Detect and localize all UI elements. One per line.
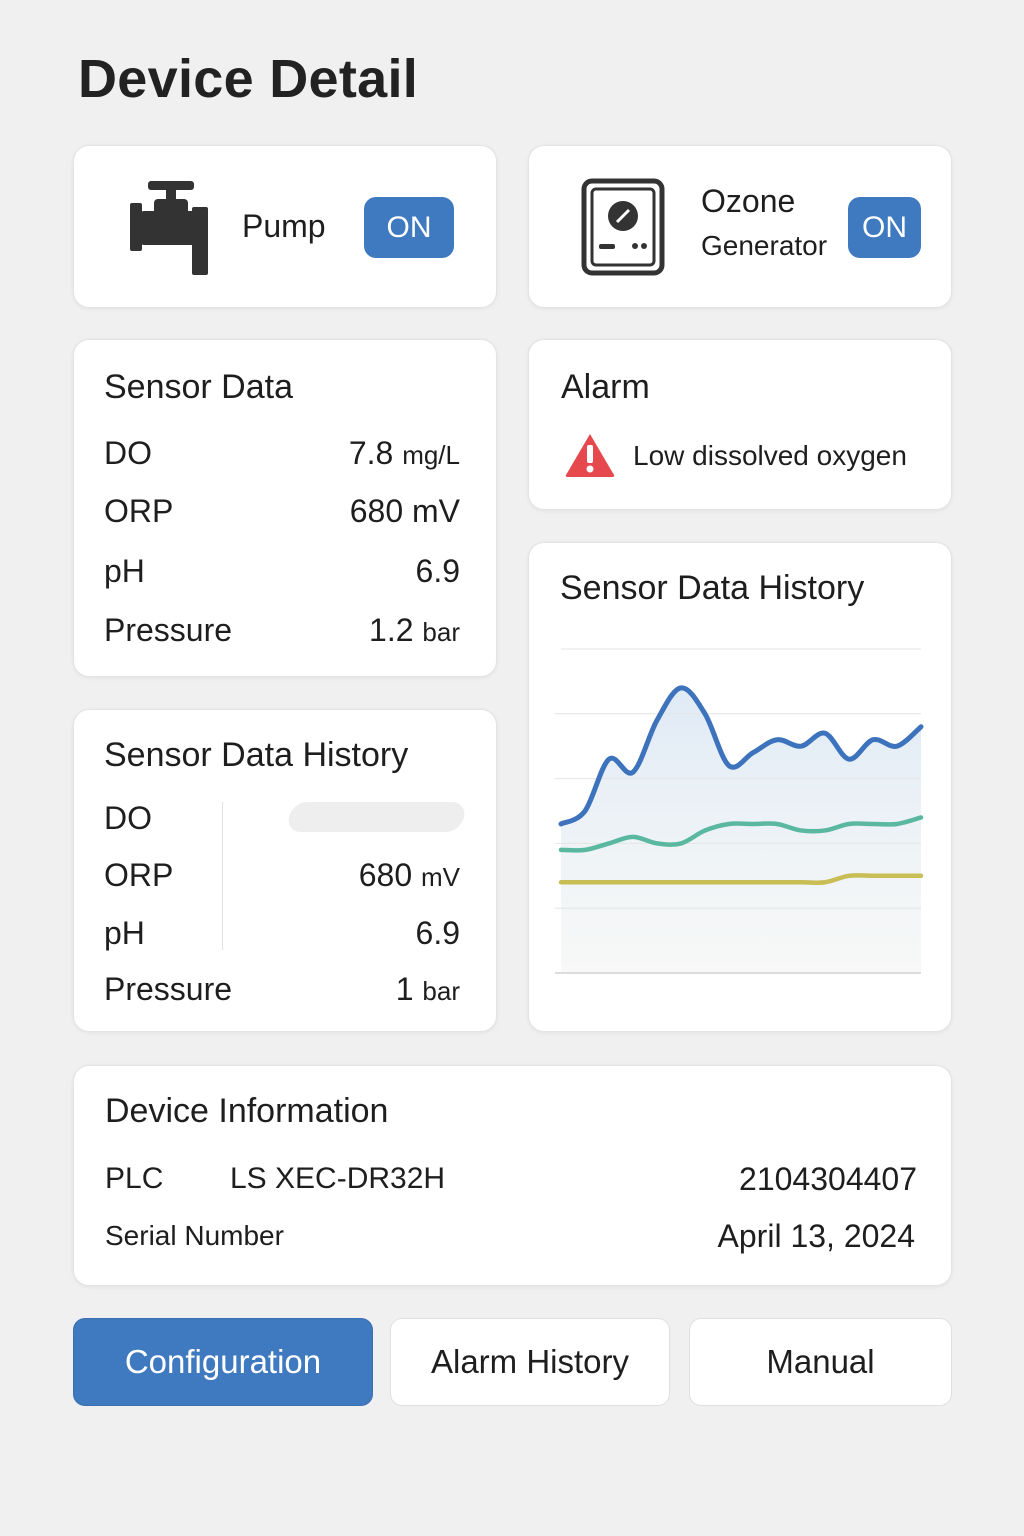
serial-number-label: Serial Number: [105, 1220, 284, 1251]
plc-label: PLC: [105, 1162, 164, 1195]
warning-triangle-icon: [564, 432, 616, 478]
sensor-label: pH: [104, 553, 145, 589]
date-value: April 13, 2024: [717, 1218, 915, 1254]
alarm-title: Alarm: [561, 368, 650, 406]
device-info-title: Device Information: [105, 1092, 389, 1130]
pump-card: Pump ON: [73, 145, 497, 308]
alarm-history-button[interactable]: Alarm History: [390, 1318, 670, 1406]
history-chart: [555, 648, 924, 974]
serial-number-value: 2104304407: [739, 1161, 917, 1197]
ozone-card: Ozone Generator ON: [528, 145, 952, 308]
history-row-pressure: Pressure 1 bar: [104, 971, 460, 1011]
sensor-data-title: Sensor Data: [104, 368, 293, 406]
sensor-value: 1.2 bar: [369, 612, 460, 648]
pump-toggle[interactable]: ON: [364, 197, 454, 258]
history-value: 680 mV: [358, 857, 460, 893]
history-row-do: DO: [104, 800, 460, 840]
sensor-label: ORP: [104, 493, 174, 529]
history-row-ph: pH 6.9: [104, 915, 460, 955]
sensor-data-card: Sensor Data DO 7.8 mg/L ORP 680 mV pH 6.…: [73, 339, 497, 677]
history-label: ORP: [104, 857, 174, 893]
history-chart-card: Sensor Data History: [528, 542, 952, 1032]
history-label: DO: [104, 800, 152, 836]
plc-value: LS XEC-DR32H: [230, 1162, 446, 1195]
sensor-value: 6.9: [415, 553, 460, 589]
manual-button[interactable]: Manual: [689, 1318, 952, 1406]
page-title: Device Detail: [78, 49, 419, 109]
history-value: 6.9: [415, 915, 460, 951]
ozone-generator-icon: [581, 178, 665, 276]
sensor-row-do: DO 7.8 mg/L: [104, 435, 460, 475]
sensor-value: 7.8 mg/L: [348, 435, 460, 471]
sensor-value: 680 mV: [349, 493, 460, 529]
sensor-label: Pressure: [104, 612, 233, 648]
alarm-card: Alarm Low dissolved oxygen: [528, 339, 952, 510]
sensor-label: DO: [104, 435, 152, 471]
configuration-button[interactable]: Configuration: [73, 1318, 373, 1406]
sensor-history-title: Sensor Data History: [104, 736, 409, 774]
chart-area-fill: [561, 687, 921, 973]
sensor-row-pressure: Pressure 1.2 bar: [104, 612, 460, 652]
history-label: pH: [104, 915, 145, 951]
pump-label: Pump: [242, 208, 326, 244]
alarm-message: Low dissolved oxygen: [633, 440, 907, 471]
valve-icon: [128, 179, 210, 275]
history-row-orp: ORP 680 mV: [104, 857, 460, 897]
ozone-label-line2: Generator: [701, 230, 828, 261]
history-label: Pressure: [104, 971, 233, 1007]
sensor-row-orp: ORP 680 mV: [104, 493, 460, 533]
ozone-label-line1: Ozone: [701, 183, 796, 219]
sensor-history-card: Sensor Data History DO ORP 680 mV pH 6.9…: [73, 709, 497, 1032]
ozone-toggle[interactable]: ON: [848, 197, 921, 258]
history-value: 1 bar: [395, 971, 460, 1007]
device-info-card: Device Information PLC LS XEC-DR32H 2104…: [73, 1065, 952, 1286]
sensor-row-ph: pH 6.9: [104, 553, 460, 593]
